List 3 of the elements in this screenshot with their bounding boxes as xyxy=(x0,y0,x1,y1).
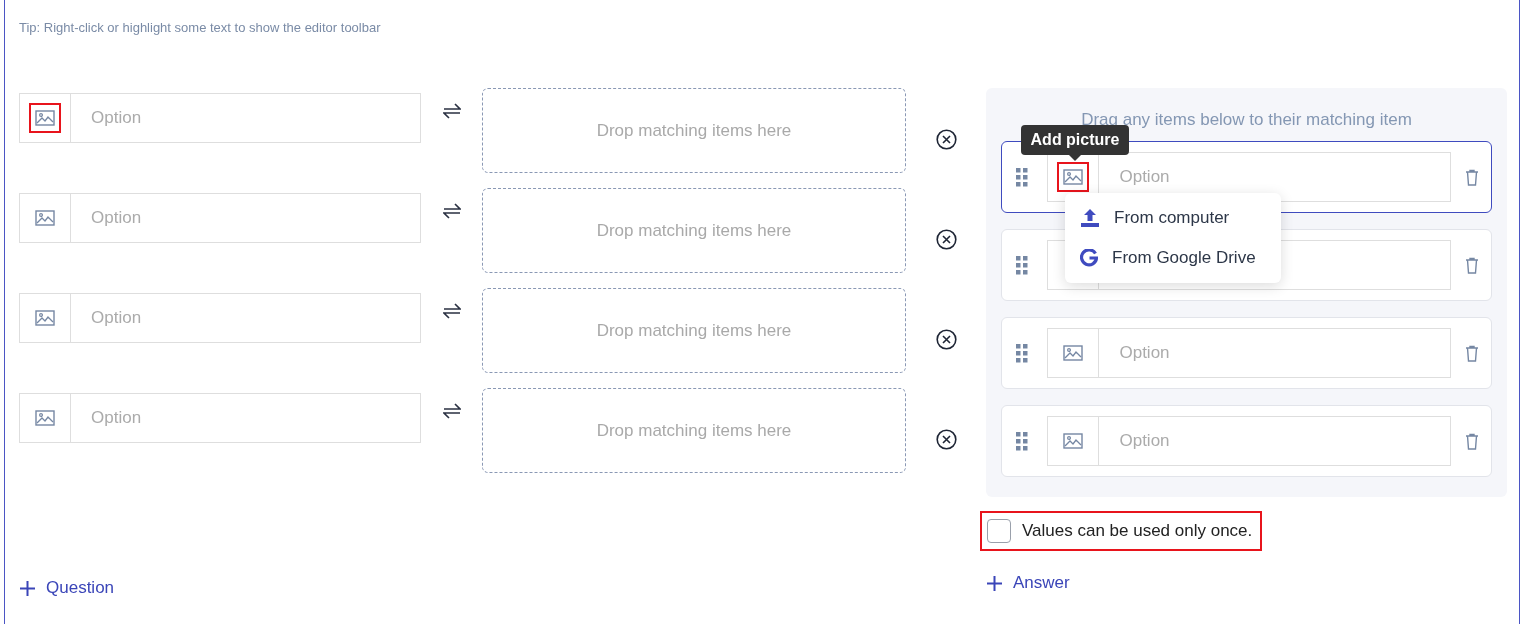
checkbox-label: Values can be used only once. xyxy=(1022,521,1253,541)
tooltip: Add picture xyxy=(1021,125,1129,161)
tip-text: Tip: Right-click or highlight some text to show the editor toolbar xyxy=(19,20,382,36)
